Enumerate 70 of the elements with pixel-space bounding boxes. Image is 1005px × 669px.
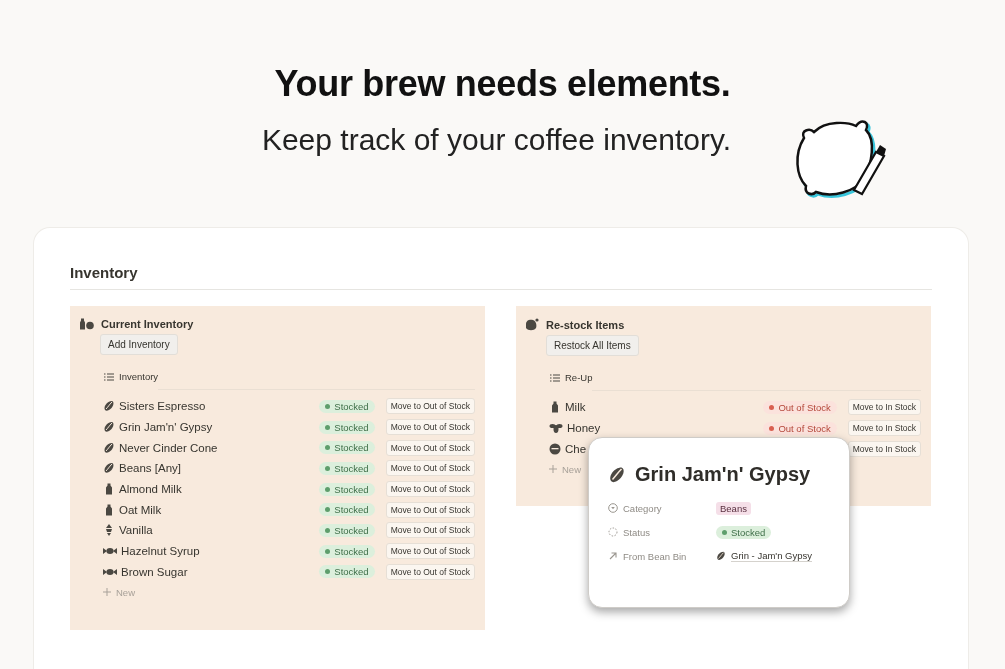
- item-name[interactable]: Beans [Any]: [119, 462, 181, 475]
- panel-title: Current Inventory: [101, 318, 194, 330]
- status-badge: Stocked: [319, 420, 375, 434]
- property-label: Category: [623, 502, 662, 514]
- status-badge: Stocked: [319, 523, 375, 537]
- plus-icon: [103, 588, 111, 597]
- status-badge: Stocked: [716, 525, 772, 539]
- move-button[interactable]: Move to Out of Stock: [385, 398, 475, 415]
- move-button[interactable]: Move to Out of Stock: [385, 543, 475, 560]
- item-name[interactable]: Never Cinder Cone: [119, 441, 218, 454]
- status-badge: Stocked: [319, 503, 375, 517]
- list-icon: [104, 372, 114, 381]
- list-icon: [550, 373, 560, 382]
- bean-icon: [103, 441, 115, 454]
- move-button[interactable]: Move to Out of Stock: [385, 419, 475, 436]
- item-name[interactable]: Sisters Espresso: [119, 400, 206, 413]
- item-name[interactable]: Brown Sugar: [121, 565, 188, 578]
- status-badge: Stocked: [319, 399, 375, 413]
- move-button[interactable]: Move to In Stock: [847, 440, 921, 457]
- move-button[interactable]: Move to Out of Stock: [385, 481, 475, 498]
- action-button[interactable]: Add Inventory: [100, 334, 178, 355]
- item-name[interactable]: Honey: [567, 422, 601, 435]
- move-button[interactable]: Move to Out of Stock: [385, 563, 475, 580]
- section-heading: Inventory: [70, 264, 932, 290]
- view-tab[interactable]: Re-Up: [565, 372, 593, 383]
- move-button[interactable]: Move to Out of Stock: [385, 522, 475, 539]
- bean-icon: [103, 462, 115, 475]
- bottle-icon: [103, 483, 115, 496]
- plus-icon: [549, 465, 557, 474]
- panel-title: Re-stock Items: [546, 318, 625, 331]
- status-badge: Stocked: [319, 482, 375, 496]
- preview-title: Grin Jam'n' Gypsy: [635, 463, 811, 486]
- status-badge: Stocked: [319, 565, 375, 579]
- item-name[interactable]: Oat Milk: [119, 503, 162, 516]
- circle-caret-icon: [608, 503, 618, 513]
- item-name[interactable]: Grin Jam'n' Gypsy: [119, 421, 213, 434]
- bottle-and-apple-icon: [79, 318, 94, 330]
- item-name[interactable]: Che: [565, 442, 587, 455]
- item-name[interactable]: Milk: [565, 401, 586, 414]
- bean-icon: [103, 400, 115, 413]
- action-button[interactable]: Restock All Items: [546, 335, 639, 356]
- move-button[interactable]: Move to Out of Stock: [385, 501, 475, 518]
- view-tab[interactable]: Inventory: [119, 371, 159, 382]
- item-name[interactable]: Almond Milk: [119, 483, 182, 496]
- dotted-circle-icon: [608, 527, 618, 537]
- status-badge: Out of Stock: [763, 421, 837, 435]
- bean-icon: [716, 551, 726, 561]
- move-button[interactable]: Move to Out of Stock: [385, 460, 475, 477]
- item-name[interactable]: Vanilla: [119, 524, 153, 537]
- blob-icon: [525, 318, 539, 331]
- move-button[interactable]: Move to In Stock: [847, 420, 921, 437]
- bottle-icon: [103, 503, 115, 516]
- property-label: Status: [623, 526, 650, 538]
- bean-icon: [608, 465, 626, 484]
- status-badge: Out of Stock: [763, 400, 837, 414]
- category-tag: Beans: [716, 501, 751, 515]
- status-badge: Stocked: [319, 544, 375, 558]
- move-button[interactable]: Move to In Stock: [847, 399, 921, 416]
- property-label: From Bean Bin: [623, 550, 687, 562]
- bottle-icon: [549, 401, 561, 414]
- status-badge: Stocked: [319, 441, 375, 455]
- status-badge: Stocked: [319, 461, 375, 475]
- diagonal-arrow-icon: [608, 551, 618, 561]
- relation-link[interactable]: Grin - Jam'n Gypsy: [731, 550, 812, 562]
- item-name[interactable]: Hazelnut Syrup: [121, 545, 200, 558]
- bean-icon: [103, 421, 115, 434]
- subheadline: Keep track of your coffee inventory.: [261, 123, 732, 157]
- vanilla-icon: [103, 524, 115, 537]
- headline: Your brew needs elements.: [274, 63, 731, 105]
- move-button[interactable]: Move to Out of Stock: [385, 439, 475, 456]
